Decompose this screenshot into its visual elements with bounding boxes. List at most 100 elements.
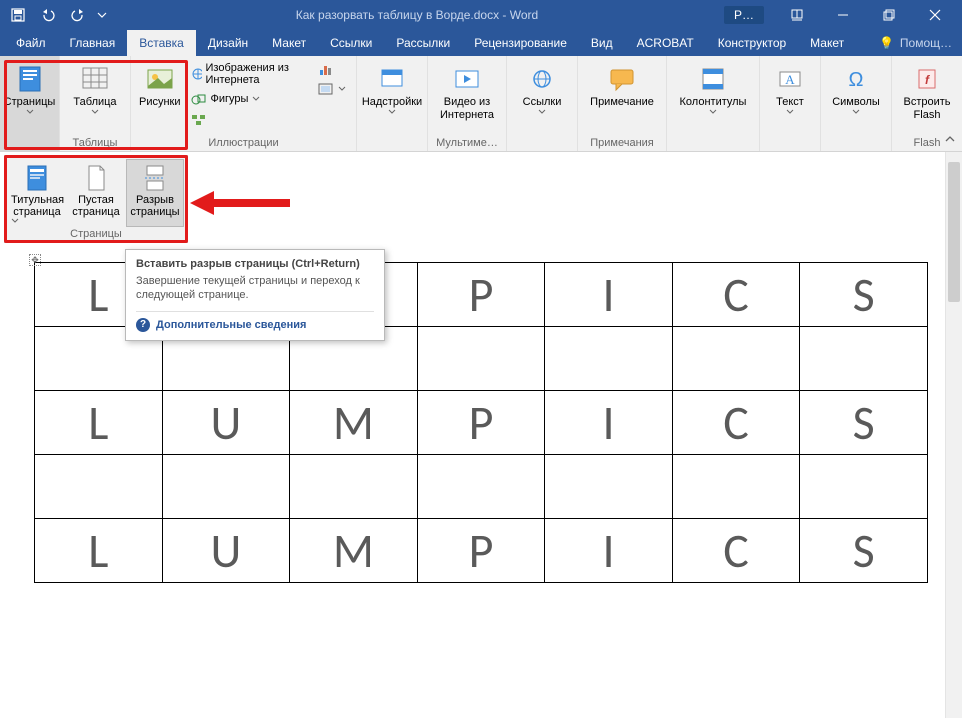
table-cell[interactable]: L bbox=[35, 519, 163, 583]
pictures-button[interactable]: Рисунки bbox=[137, 60, 183, 128]
redo-button[interactable] bbox=[64, 2, 92, 28]
qat-customize-button[interactable] bbox=[94, 2, 110, 28]
tab-view[interactable]: Вид bbox=[579, 30, 625, 56]
tab-constructor[interactable]: Конструктор bbox=[706, 30, 798, 56]
table-cell[interactable]: S bbox=[800, 519, 928, 583]
tab-design[interactable]: Дизайн bbox=[196, 30, 260, 56]
table-row[interactable]: LUMPICS bbox=[35, 391, 928, 455]
svg-text:Ω: Ω bbox=[849, 69, 864, 91]
screenshot-button[interactable] bbox=[314, 80, 350, 98]
save-button[interactable] bbox=[4, 2, 32, 28]
table-cell[interactable]: S bbox=[800, 263, 928, 327]
table-cell[interactable] bbox=[800, 455, 928, 519]
table-cell[interactable]: P bbox=[417, 391, 545, 455]
text-button[interactable]: A Текст bbox=[766, 60, 814, 117]
symbols-button[interactable]: Ω Символы bbox=[827, 60, 885, 117]
ribbon-group-comments: Примечание Примечания bbox=[578, 56, 667, 151]
ribbon-group-pages: Страницы bbox=[0, 56, 60, 151]
collapse-ribbon-button[interactable] bbox=[944, 133, 956, 145]
table-row[interactable]: LUMPICS bbox=[35, 519, 928, 583]
table-cell[interactable]: U bbox=[162, 391, 290, 455]
illustrations-group-label: Иллюстрации bbox=[208, 135, 278, 149]
table-cell[interactable]: P bbox=[417, 519, 545, 583]
chevron-down-icon bbox=[709, 109, 717, 115]
scrollbar-thumb[interactable] bbox=[948, 162, 960, 302]
addins-icon bbox=[378, 62, 406, 96]
chevron-down-icon bbox=[252, 96, 260, 102]
ribbon-options-button[interactable] bbox=[774, 0, 820, 30]
table-cell[interactable] bbox=[162, 455, 290, 519]
screentip-title: Вставить разрыв страницы (Ctrl+Return) bbox=[136, 258, 374, 270]
text-label: Текст bbox=[776, 96, 804, 109]
cover-page-button[interactable]: Титульная страница bbox=[9, 160, 65, 226]
page-break-button[interactable]: Разрыв страницы bbox=[127, 160, 183, 226]
chart-button[interactable] bbox=[314, 60, 350, 78]
table-cell[interactable]: I bbox=[545, 519, 673, 583]
table-cell[interactable]: I bbox=[545, 263, 673, 327]
vertical-scrollbar[interactable] bbox=[945, 152, 962, 718]
online-video-button[interactable]: Видео из Интернета bbox=[434, 60, 500, 123]
minimize-button[interactable] bbox=[820, 0, 866, 30]
ribbon-group-tables: Таблица Таблицы bbox=[60, 56, 131, 151]
online-video-label: Видео из Интернета bbox=[436, 96, 498, 121]
svg-text:A: A bbox=[785, 72, 795, 87]
table-cell[interactable] bbox=[417, 327, 545, 391]
table-cell[interactable]: S bbox=[800, 391, 928, 455]
tab-layout[interactable]: Макет bbox=[260, 30, 318, 56]
table-cell[interactable] bbox=[545, 455, 673, 519]
table-cell[interactable] bbox=[417, 455, 545, 519]
table-cell[interactable]: C bbox=[672, 391, 800, 455]
screentip-help-link[interactable]: ?Дополнительные сведения bbox=[136, 311, 374, 332]
tab-insert[interactable]: Вставка bbox=[127, 30, 196, 56]
table-cell[interactable]: C bbox=[672, 519, 800, 583]
table-move-handle[interactable]: ✥ bbox=[29, 254, 41, 266]
tab-mailings[interactable]: Рассылки bbox=[384, 30, 462, 56]
table-cell[interactable]: I bbox=[545, 391, 673, 455]
comment-icon bbox=[608, 62, 636, 96]
pages-dropdown-button[interactable]: Страницы bbox=[1, 60, 59, 117]
tab-acrobat[interactable]: ACROBAT bbox=[625, 30, 706, 56]
tab-layout2[interactable]: Макет bbox=[798, 30, 856, 56]
addins-button[interactable]: Надстройки bbox=[363, 60, 421, 117]
table-button[interactable]: Таблица bbox=[66, 60, 124, 117]
headers-label: Колонтитулы bbox=[680, 96, 747, 109]
pages-group-label: Страницы bbox=[9, 226, 183, 240]
comment-label: Примечание bbox=[590, 96, 654, 109]
table-row[interactable] bbox=[35, 455, 928, 519]
table-cell[interactable] bbox=[545, 327, 673, 391]
online-pictures-button[interactable]: Изображения из Интернета bbox=[187, 60, 306, 88]
close-button[interactable] bbox=[912, 0, 958, 30]
table-cell[interactable]: C bbox=[672, 263, 800, 327]
tab-file[interactable]: Файл bbox=[4, 30, 58, 56]
embed-flash-button[interactable]: f Встроить Flash bbox=[898, 60, 956, 123]
blank-page-button[interactable]: Пустая страница bbox=[68, 160, 124, 226]
table-cell[interactable] bbox=[35, 455, 163, 519]
textbox-icon: A bbox=[776, 62, 804, 96]
headers-button[interactable]: Колонтитулы bbox=[673, 60, 753, 117]
tab-home[interactable]: Главная bbox=[58, 30, 128, 56]
table-cell[interactable] bbox=[672, 327, 800, 391]
links-button[interactable]: Ссылки bbox=[513, 60, 571, 117]
flash-group-label: Flash bbox=[914, 135, 941, 149]
table-cell[interactable]: P bbox=[417, 263, 545, 327]
tables-group-label: Таблицы bbox=[73, 135, 118, 149]
user-badge[interactable]: Р… bbox=[724, 6, 764, 24]
table-cell[interactable]: M bbox=[290, 519, 418, 583]
tell-me-box[interactable]: 💡Помощ… bbox=[879, 30, 962, 56]
restore-button[interactable] bbox=[866, 0, 912, 30]
shapes-button[interactable]: Фигуры bbox=[187, 90, 306, 108]
table-cell[interactable]: M bbox=[290, 391, 418, 455]
comment-button[interactable]: Примечание bbox=[584, 60, 660, 111]
table-cell[interactable]: U bbox=[162, 519, 290, 583]
table-cell[interactable] bbox=[672, 455, 800, 519]
table-button-label: Таблица bbox=[73, 96, 116, 109]
tab-references[interactable]: Ссылки bbox=[318, 30, 384, 56]
ribbon-group-text: A Текст bbox=[760, 56, 821, 151]
ribbon-group-addins: Надстройки bbox=[357, 56, 428, 151]
undo-button[interactable] bbox=[34, 2, 62, 28]
table-cell[interactable] bbox=[800, 327, 928, 391]
table-cell[interactable] bbox=[290, 455, 418, 519]
table-cell[interactable]: L bbox=[35, 391, 163, 455]
tab-review[interactable]: Рецензирование bbox=[462, 30, 579, 56]
smartart-button[interactable] bbox=[187, 110, 306, 128]
